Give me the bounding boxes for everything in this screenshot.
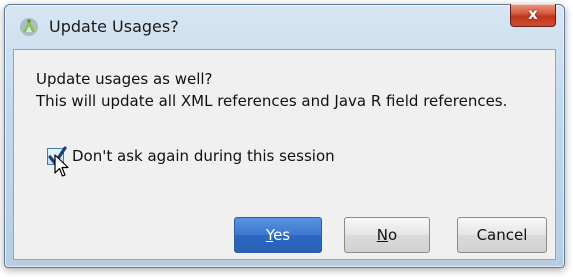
close-button[interactable]: x bbox=[510, 4, 556, 27]
yes-mnemonic: Y bbox=[265, 226, 274, 244]
dont-ask-again-label[interactable]: Don't ask again during this session bbox=[72, 147, 335, 165]
dialog-title: Update Usages? bbox=[49, 17, 179, 36]
dialog-window: Update Usages? x Update usages as well? … bbox=[4, 4, 565, 268]
no-button[interactable]: No bbox=[344, 217, 430, 253]
cancel-button[interactable]: Cancel bbox=[457, 217, 547, 253]
close-icon: x bbox=[528, 5, 538, 23]
title-bar[interactable]: Update Usages? x bbox=[5, 4, 564, 49]
yes-button[interactable]: Yes bbox=[234, 217, 322, 253]
message-question: Update usages as well? bbox=[36, 70, 213, 88]
android-studio-icon bbox=[19, 17, 39, 37]
mouse-pointer-icon bbox=[54, 154, 70, 178]
screenshot: Update Usages? x Update usages as well? … bbox=[0, 0, 573, 277]
no-mnemonic: N bbox=[376, 226, 389, 244]
yes-label-rest: es bbox=[273, 226, 291, 244]
message-detail: This will update all XML references and … bbox=[36, 92, 508, 110]
dialog-content: Update usages as well? This will update … bbox=[13, 49, 556, 260]
no-label-rest: o bbox=[388, 226, 398, 244]
